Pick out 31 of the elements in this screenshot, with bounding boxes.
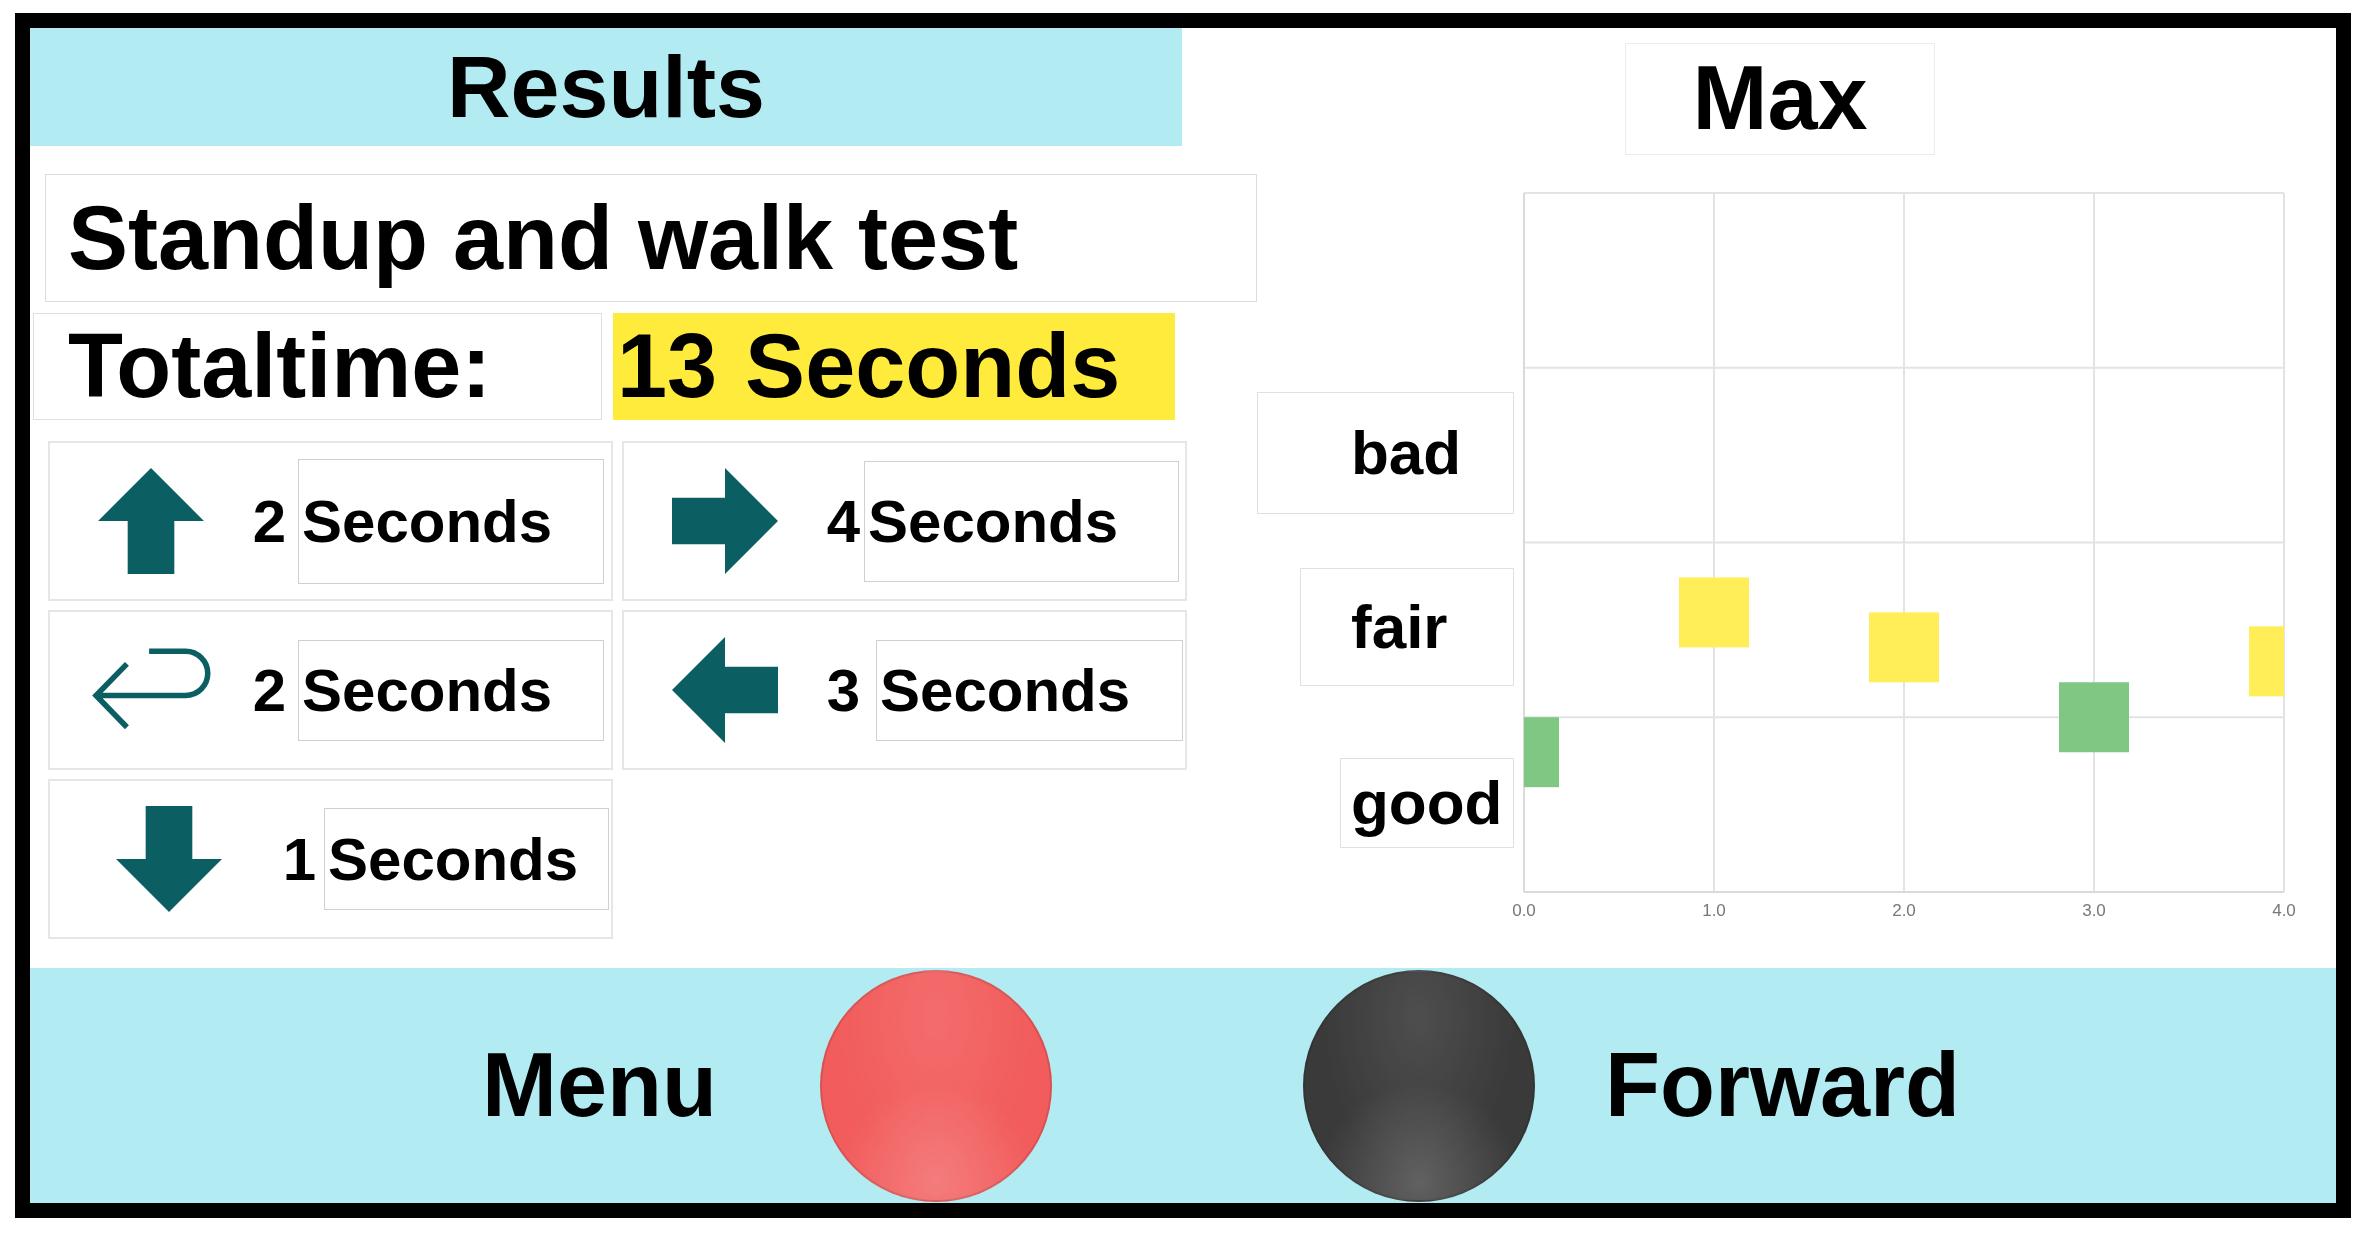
segment-unit: Seconds — [880, 655, 1131, 725]
segment-seconds-value: 1 — [282, 824, 316, 894]
total-time-value: 13 — [617, 314, 718, 418]
total-time-label: Totaltime: — [68, 314, 492, 418]
axis-tick-label: 2.0 — [1892, 901, 1916, 922]
right-arrow-icon — [672, 468, 778, 574]
segment-seconds-value: 4 — [826, 486, 860, 556]
axis-tick-label: 3.0 — [2082, 901, 2106, 922]
segment-unit: Seconds — [302, 486, 553, 556]
return-arrow-icon — [91, 648, 211, 732]
up-arrow-icon — [98, 468, 204, 574]
down-arrow-icon — [116, 806, 222, 912]
axis-tick-label: 0.0 — [1512, 901, 1536, 922]
segment-unit: Seconds — [302, 655, 553, 725]
axis-tick-label: 1.0 — [1702, 901, 1726, 922]
button-label: Menu — [482, 1033, 717, 1137]
segment-unit: Seconds — [328, 824, 579, 894]
chart-title: Max — [1692, 47, 1868, 151]
header-title: Results — [447, 36, 765, 138]
total-time-unit: Seconds — [745, 314, 1121, 418]
segment-seconds-value: 2 — [252, 486, 286, 556]
rating-label: bad — [1351, 417, 1462, 489]
segment-seconds-value: 2 — [252, 655, 286, 725]
rating-label: fair — [1351, 591, 1448, 663]
test-name: Standup and walk test — [68, 187, 1019, 290]
rating-label: good — [1351, 767, 1503, 839]
segment-seconds-value: 3 — [826, 655, 860, 725]
button-label: Forward — [1605, 1033, 1961, 1137]
axis-tick-label: 4.0 — [2272, 901, 2296, 922]
segment-unit: Seconds — [868, 486, 1119, 556]
left-arrow-icon — [672, 637, 778, 743]
